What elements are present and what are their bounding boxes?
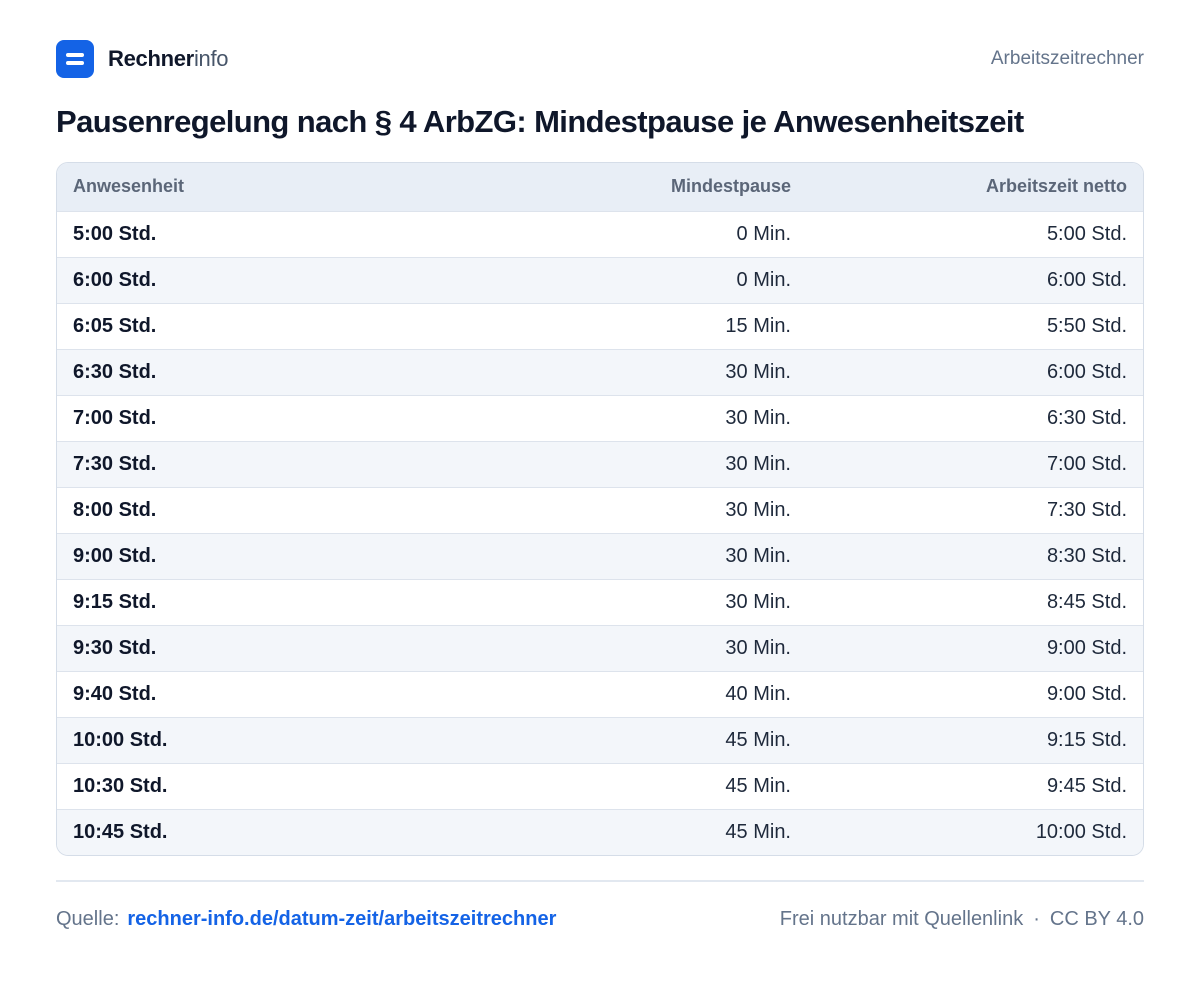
cell-arbeitszeit-netto: 8:30 Std.	[1046, 544, 1127, 567]
brand-name-light: info	[193, 46, 229, 71]
cell-mindestpause: 30 Min.	[725, 590, 791, 613]
table-row: 9:00 Std. 30 Min. 8:30 Std.	[57, 533, 1143, 579]
column-header-anwesenheit: Anwesenheit	[73, 176, 185, 197]
footer: Quelle: rechner-info.de/datum-zeit/arbeit…	[56, 904, 1144, 934]
cell-anwesenheit: 10:30 Std.	[73, 774, 168, 797]
cell-arbeitszeit-netto: 6:00 Std.	[1046, 268, 1127, 291]
cell-anwesenheit: 8:00 Std.	[73, 498, 157, 521]
source: Quelle: rechner-info.de/datum-zeit/arbeit…	[56, 908, 556, 931]
cell-arbeitszeit-netto: 9:15 Std.	[1046, 728, 1127, 751]
table-row: 9:30 Std. 30 Min. 9:00 Std.	[57, 625, 1143, 671]
separator-dot: ·	[1033, 907, 1040, 930]
license-note: Frei nutzbar mit Quellenlink	[779, 907, 1024, 930]
cell-anwesenheit: 5:00 Std.	[73, 222, 157, 245]
site-header: Rechnerinfo Arbeitszeitrechner	[56, 40, 1144, 78]
cell-anwesenheit: 9:00 Std.	[73, 544, 157, 567]
table-row: 6:05 Std. 15 Min. 5:50 Std.	[57, 303, 1143, 349]
cell-mindestpause: 30 Min.	[725, 636, 791, 659]
cell-mindestpause: 15 Min.	[725, 314, 791, 337]
cell-arbeitszeit-netto: 6:30 Std.	[1046, 406, 1127, 429]
cell-arbeitszeit-netto: 9:00 Std.	[1046, 682, 1127, 705]
cell-mindestpause: 45 Min.	[725, 728, 791, 751]
table-row: 7:00 Std. 30 Min. 6:30 Std.	[57, 395, 1143, 441]
cell-mindestpause: 30 Min.	[725, 406, 791, 429]
table-header-row: Anwesenheit Mindestpause Arbeitszeit net…	[57, 163, 1143, 211]
cell-mindestpause: 45 Min.	[725, 820, 791, 843]
cell-anwesenheit: 6:30 Std.	[73, 360, 157, 383]
table-row: 10:30 Std. 45 Min. 9:45 Std.	[57, 763, 1143, 809]
cell-mindestpause: 30 Min.	[725, 452, 791, 475]
cell-anwesenheit: 7:00 Std.	[73, 406, 157, 429]
cell-mindestpause: 40 Min.	[725, 682, 791, 705]
brand-name: Rechnerinfo	[108, 46, 229, 72]
cell-arbeitszeit-netto: 8:45 Std.	[1046, 590, 1127, 613]
page: Rechnerinfo Arbeitszeitrechner Pausenreg…	[0, 0, 1200, 1000]
table-row: 9:40 Std. 40 Min. 9:00 Std.	[57, 671, 1143, 717]
cell-anwesenheit: 10:45 Std.	[73, 820, 168, 843]
cell-arbeitszeit-netto: 7:30 Std.	[1046, 498, 1127, 521]
page-label: Arbeitszeitrechner	[990, 48, 1144, 69]
cell-mindestpause: 0 Min.	[736, 268, 791, 291]
cell-anwesenheit: 7:30 Std.	[73, 452, 157, 475]
cell-anwesenheit: 9:40 Std.	[73, 682, 157, 705]
cell-arbeitszeit-netto: 9:45 Std.	[1046, 774, 1127, 797]
cell-anwesenheit: 10:00 Std.	[73, 728, 168, 751]
pause-table-container: Anwesenheit Mindestpause Arbeitszeit net…	[56, 162, 1144, 856]
logo-bar-icon	[66, 53, 84, 57]
page-title: Pausenregelung nach § 4 ArbZG: Mindestpa…	[56, 104, 1024, 139]
table-row: 8:00 Std. 30 Min. 7:30 Std.	[57, 487, 1143, 533]
cell-mindestpause: 45 Min.	[725, 774, 791, 797]
cell-arbeitszeit-netto: 5:50 Std.	[1046, 314, 1127, 337]
cell-anwesenheit: 9:15 Std.	[73, 590, 157, 613]
license: CC BY 4.0	[1049, 907, 1144, 930]
cell-arbeitszeit-netto: 10:00 Std.	[1035, 820, 1127, 843]
logo-bar-icon	[66, 61, 84, 65]
footer-divider	[56, 880, 1144, 882]
source-link[interactable]: rechner-info.de/datum-zeit/arbeitszeitre…	[127, 908, 556, 930]
cell-anwesenheit: 6:00 Std.	[73, 268, 157, 291]
table-row: 9:15 Std. 30 Min. 8:45 Std.	[57, 579, 1143, 625]
table-row: 5:00 Std. 0 Min. 5:00 Std.	[57, 211, 1143, 257]
column-header-mindestpause: Mindestpause	[670, 176, 791, 197]
pause-table: Anwesenheit Mindestpause Arbeitszeit net…	[57, 163, 1143, 855]
source-label: Quelle:	[56, 907, 120, 930]
cell-arbeitszeit-netto: 5:00 Std.	[1046, 222, 1127, 245]
brand[interactable]: Rechnerinfo	[56, 40, 229, 78]
table-row: 10:45 Std. 45 Min. 10:00 Std.	[57, 809, 1143, 855]
table-body: 5:00 Std. 0 Min. 5:00 Std. 6:00 Std. 0 Min. 6…	[57, 211, 1143, 855]
cell-anwesenheit: 6:05 Std.	[73, 314, 157, 337]
table-row: 10:00 Std. 45 Min. 9:15 Std.	[57, 717, 1143, 763]
table-row: 6:00 Std. 0 Min. 6:00 Std.	[57, 257, 1143, 303]
brand-name-strong: Rechner	[108, 46, 194, 71]
logo-icon	[56, 40, 94, 78]
cell-arbeitszeit-netto: 9:00 Std.	[1046, 636, 1127, 659]
cell-anwesenheit: 9:30 Std.	[73, 636, 157, 659]
cell-mindestpause: 30 Min.	[725, 498, 791, 521]
cell-arbeitszeit-netto: 7:00 Std.	[1046, 452, 1127, 475]
cell-mindestpause: 30 Min.	[725, 544, 791, 567]
table-row: 6:30 Std. 30 Min. 6:00 Std.	[57, 349, 1143, 395]
column-header-arbeitszeit-netto: Arbeitszeit netto	[985, 176, 1127, 197]
table-row: 7:30 Std. 30 Min. 7:00 Std.	[57, 441, 1143, 487]
license-info: Frei nutzbar mit Quellenlink · CC BY 4.0	[780, 908, 1144, 931]
cell-mindestpause: 0 Min.	[736, 222, 791, 245]
cell-mindestpause: 30 Min.	[725, 360, 791, 383]
cell-arbeitszeit-netto: 6:00 Std.	[1046, 360, 1127, 383]
